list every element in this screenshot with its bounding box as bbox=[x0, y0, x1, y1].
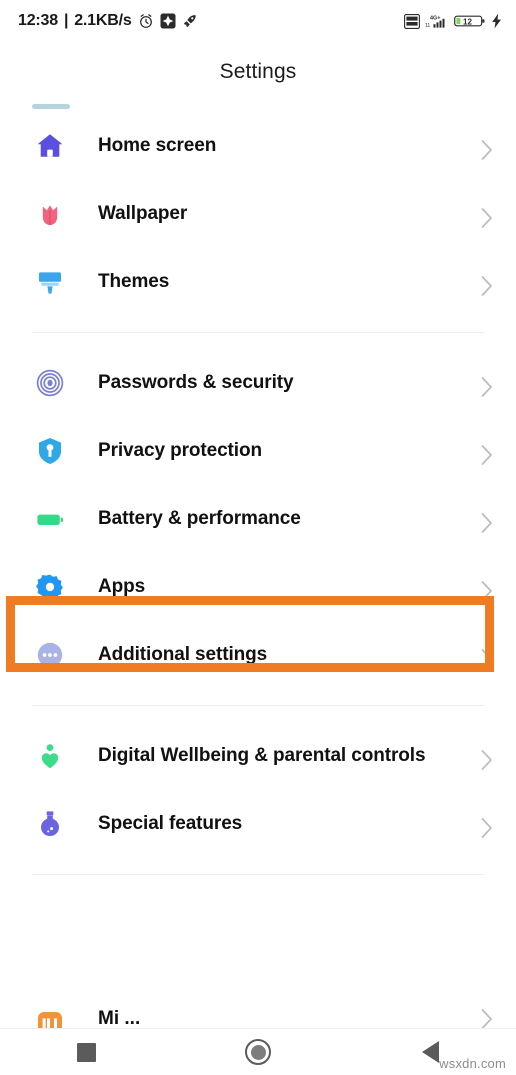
settings-row-label: Themes bbox=[98, 271, 170, 292]
square-icon bbox=[76, 1042, 96, 1062]
settings-group-wellbeing: Digital Wellbeing & parental controls Sp… bbox=[0, 722, 516, 858]
settings-row-label: Apps bbox=[98, 576, 146, 597]
fingerprint-icon bbox=[30, 363, 70, 403]
chevron-right-icon bbox=[480, 376, 494, 397]
settings-row-label: Wallpaper bbox=[98, 203, 188, 224]
group-divider bbox=[32, 874, 484, 875]
network-speed: 2.1KB/s bbox=[74, 12, 132, 29]
settings-row-home-screen[interactable]: Home screen bbox=[0, 112, 516, 180]
alarm-clock-icon bbox=[138, 13, 154, 29]
chevron-right-icon bbox=[480, 648, 494, 669]
settings-row-label: Digital Wellbeing & parental controls bbox=[98, 745, 426, 766]
app-badge-icon bbox=[160, 13, 176, 29]
settings-row-battery-performance[interactable]: Battery & performance bbox=[0, 485, 516, 553]
mi-account-icon bbox=[30, 1008, 70, 1030]
triangle-left-icon bbox=[421, 1041, 439, 1063]
potion-icon bbox=[30, 804, 70, 844]
status-separator: | bbox=[63, 12, 69, 29]
settings-group-personalization: Home screen Wallpaper Themes bbox=[0, 112, 516, 316]
group-divider bbox=[32, 705, 484, 706]
settings-row-special-features[interactable]: Special features bbox=[0, 790, 516, 858]
phone-screen: 12:38 | 2.1KB/s 4G+ 11 12 Settings Home … bbox=[0, 0, 516, 1075]
chevron-right-icon bbox=[480, 817, 494, 838]
status-bar-right: 4G+ 11 12 bbox=[404, 13, 502, 29]
vowifi-lte-icon bbox=[404, 13, 420, 29]
battery-icon: 12 bbox=[454, 13, 486, 29]
settings-row-label: Home screen bbox=[98, 135, 217, 156]
signal-4g-plus-icon: 4G+ 11 bbox=[425, 13, 449, 29]
chevron-right-icon bbox=[480, 580, 494, 601]
shield-icon bbox=[30, 431, 70, 471]
chevron-right-icon bbox=[480, 207, 494, 228]
settings-row-partial[interactable]: Mi ... bbox=[0, 1008, 516, 1030]
scrolled-item-sliver bbox=[32, 104, 70, 109]
settings-row-additional-settings[interactable]: Additional settings bbox=[0, 621, 516, 689]
battery-icon bbox=[30, 499, 70, 539]
settings-row-label: Additional settings bbox=[98, 644, 268, 665]
settings-group-system: Passwords & security Privacy protection bbox=[0, 349, 516, 689]
svg-text:11: 11 bbox=[425, 23, 430, 29]
settings-row-privacy-protection[interactable]: Privacy protection bbox=[0, 417, 516, 485]
settings-row-wallpaper[interactable]: Wallpaper bbox=[0, 180, 516, 248]
status-bar: 12:38 | 2.1KB/s 4G+ 11 12 bbox=[0, 0, 516, 42]
settings-row-apps[interactable]: Apps bbox=[0, 553, 516, 621]
chevron-right-icon bbox=[480, 512, 494, 533]
settings-list[interactable]: Home screen Wallpaper Themes Passwords &… bbox=[0, 112, 516, 891]
header: Settings bbox=[0, 44, 516, 100]
tulip-icon bbox=[30, 194, 70, 234]
chevron-right-icon bbox=[480, 1008, 494, 1029]
svg-text:4G+: 4G+ bbox=[430, 15, 440, 21]
heart-person-icon bbox=[30, 736, 70, 776]
home-button[interactable] bbox=[228, 1032, 288, 1072]
settings-row-themes[interactable]: Themes bbox=[0, 248, 516, 316]
recents-button[interactable] bbox=[56, 1032, 116, 1072]
gear-icon bbox=[30, 567, 70, 607]
group-divider bbox=[32, 332, 484, 333]
chevron-right-icon bbox=[480, 275, 494, 296]
settings-row-label: Mi ... bbox=[98, 1008, 141, 1029]
settings-row-label: Battery & performance bbox=[98, 508, 301, 529]
status-bar-left: 12:38 | 2.1KB/s bbox=[18, 12, 198, 30]
paintbrush-icon bbox=[30, 262, 70, 302]
status-time: 12:38 bbox=[18, 12, 58, 29]
watermark: wsxdn.com bbox=[439, 1056, 506, 1071]
settings-row-label: Privacy protection bbox=[98, 440, 262, 461]
circle-icon bbox=[245, 1039, 271, 1065]
settings-row-label: Special features bbox=[98, 813, 243, 834]
chevron-right-icon bbox=[480, 444, 494, 465]
chevron-right-icon bbox=[480, 139, 494, 160]
chevron-right-icon bbox=[480, 749, 494, 770]
svg-text:12: 12 bbox=[463, 17, 472, 26]
settings-row-passwords-security[interactable]: Passwords & security bbox=[0, 349, 516, 417]
settings-row-digital-wellbeing[interactable]: Digital Wellbeing & parental controls bbox=[0, 722, 516, 790]
home-icon bbox=[30, 126, 70, 166]
rocket-icon bbox=[182, 13, 198, 29]
page-title: Settings bbox=[219, 60, 297, 83]
settings-row-label: Passwords & security bbox=[98, 372, 294, 393]
more-dots-icon bbox=[30, 635, 70, 675]
charging-bolt-icon bbox=[491, 13, 502, 29]
